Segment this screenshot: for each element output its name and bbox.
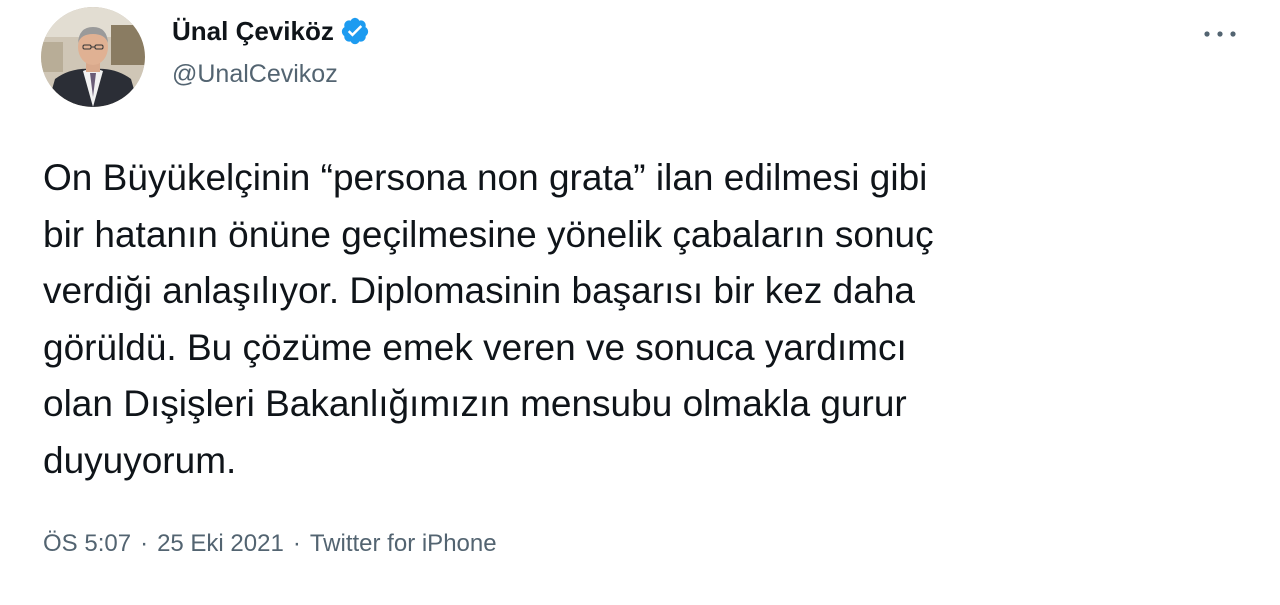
tweet-card: Ünal Çeviköz @UnalCevikoz On Büyükelçini… (0, 0, 1280, 605)
author-name-row: Ünal Çeviköz (172, 12, 370, 50)
meta-separator: · (140, 530, 149, 557)
more-options-button[interactable] (1200, 16, 1240, 52)
tweet-time[interactable]: ÖS 5:07 (43, 530, 131, 558)
verified-badge-icon (340, 16, 370, 46)
meta-separator: · (292, 530, 301, 557)
tweet-meta: ÖS 5:07 · 25 Eki 2021 · Twitter for iPho… (43, 530, 497, 558)
author-display-name[interactable]: Ünal Çeviköz (172, 16, 334, 47)
more-horizontal-icon (1204, 31, 1236, 37)
tweet-source[interactable]: Twitter for iPhone (310, 530, 497, 558)
tweet-date[interactable]: 25 Eki 2021 (157, 530, 284, 558)
author-handle[interactable]: @UnalCevikoz (172, 60, 338, 89)
avatar-image (41, 7, 145, 107)
avatar[interactable] (41, 7, 145, 107)
tweet-text: On Büyükelçinin “persona non grata” ilan… (43, 157, 934, 481)
